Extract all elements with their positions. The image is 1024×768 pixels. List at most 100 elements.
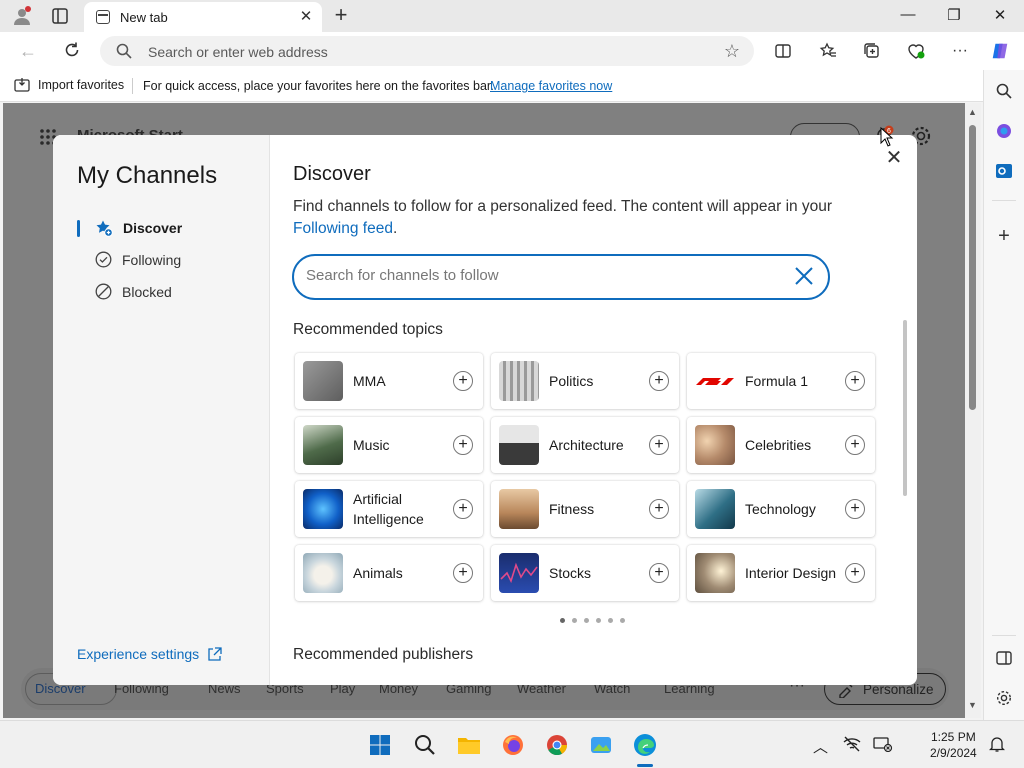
scroll-up-icon[interactable]: ▲ bbox=[968, 107, 977, 117]
collections-icon[interactable] bbox=[862, 41, 882, 61]
topic-card-mma[interactable]: MMA + bbox=[295, 353, 483, 409]
channel-search-input[interactable] bbox=[306, 267, 776, 284]
active-app-indicator bbox=[637, 764, 653, 767]
back-button[interactable]: ← bbox=[18, 41, 38, 61]
nav-label-blocked: Blocked bbox=[122, 283, 172, 300]
follow-plus-button[interactable]: + bbox=[649, 371, 669, 391]
follow-plus-button[interactable]: + bbox=[845, 499, 865, 519]
minimize-button[interactable]: — bbox=[898, 6, 918, 23]
tab-actions-icon[interactable] bbox=[50, 6, 70, 26]
topic-card-celebrities[interactable]: Celebrities + bbox=[687, 417, 875, 473]
topic-label: Artificial Intelligence bbox=[353, 491, 424, 527]
topic-image bbox=[499, 553, 539, 593]
edge-icon[interactable] bbox=[632, 732, 658, 758]
show-hidden-icons-chevron-icon[interactable]: ︿ bbox=[813, 736, 828, 757]
topic-label: Technology bbox=[745, 501, 816, 517]
topic-card-stocks[interactable]: Stocks + bbox=[491, 545, 679, 601]
nav-item-blocked[interactable]: Blocked bbox=[95, 283, 172, 300]
follow-plus-button[interactable]: + bbox=[649, 499, 669, 519]
channel-search-box bbox=[292, 254, 830, 300]
topic-card-technology[interactable]: Technology + bbox=[687, 481, 875, 537]
follow-plus-button[interactable]: + bbox=[453, 499, 473, 519]
discover-description: Find channels to follow for a personaliz… bbox=[293, 196, 833, 240]
display-status-icon[interactable] bbox=[873, 736, 893, 756]
follow-plus-button[interactable]: + bbox=[453, 563, 473, 583]
carousel-dot[interactable] bbox=[560, 618, 565, 623]
manage-favorites-link[interactable]: Manage favorites now bbox=[490, 79, 612, 93]
taskbar-search-icon[interactable] bbox=[412, 732, 438, 758]
following-feed-link[interactable]: Following feed bbox=[293, 220, 393, 237]
sidebar-divider-bottom bbox=[992, 635, 1016, 636]
sidebar-add-icon[interactable]: + bbox=[994, 225, 1014, 247]
topic-card-formula-1[interactable]: Formula 1 + bbox=[687, 353, 875, 409]
follow-plus-button[interactable]: + bbox=[453, 435, 473, 455]
favorites-icon[interactable] bbox=[818, 41, 838, 61]
topic-card-architecture[interactable]: Architecture + bbox=[491, 417, 679, 473]
split-screen-icon[interactable] bbox=[773, 41, 793, 61]
nav-item-following[interactable]: Following bbox=[95, 251, 181, 268]
favorites-bar-message: For quick access, place your favorites h… bbox=[143, 79, 494, 93]
topic-card-fitness[interactable]: Fitness + bbox=[491, 481, 679, 537]
follow-plus-button[interactable]: + bbox=[845, 371, 865, 391]
topic-label: Formula 1 bbox=[745, 373, 809, 389]
nav-item-discover[interactable]: Discover bbox=[95, 219, 182, 237]
topic-card-artificial-intelligence[interactable]: Artificial Intelligence + bbox=[295, 481, 483, 537]
microsoft-365-icon[interactable] bbox=[994, 121, 1014, 141]
scrollbar-thumb[interactable] bbox=[969, 125, 976, 410]
follow-plus-button[interactable]: + bbox=[845, 435, 865, 455]
follow-plus-button[interactable]: + bbox=[649, 563, 669, 583]
file-explorer-icon[interactable] bbox=[456, 732, 482, 758]
carousel-dot[interactable] bbox=[584, 618, 589, 623]
carousel-dot[interactable] bbox=[596, 618, 601, 623]
address-bar[interactable]: Search or enter web address ☆ bbox=[100, 36, 754, 66]
sidebar-search-icon[interactable] bbox=[994, 81, 1014, 101]
refresh-button[interactable] bbox=[62, 41, 82, 61]
import-favorites-label: Import favorites bbox=[38, 78, 125, 92]
carousel-dot[interactable] bbox=[620, 618, 625, 623]
topic-card-music[interactable]: Music + bbox=[295, 417, 483, 473]
dialog-scrollbar[interactable] bbox=[903, 320, 907, 496]
start-windows-icon[interactable] bbox=[367, 732, 393, 758]
clear-search-icon[interactable] bbox=[794, 266, 814, 289]
topic-card-animals[interactable]: Animals + bbox=[295, 545, 483, 601]
tab-new-tab[interactable]: New tab ✕ bbox=[84, 2, 322, 32]
restore-button[interactable]: ❐ bbox=[944, 6, 964, 24]
topic-label: Politics bbox=[549, 373, 594, 389]
topic-card-interior-design[interactable]: Interior Design + bbox=[687, 545, 875, 601]
copilot-icon[interactable] bbox=[990, 41, 1010, 61]
firefox-icon[interactable] bbox=[500, 732, 526, 758]
follow-plus-button[interactable]: + bbox=[649, 435, 669, 455]
network-status-icon[interactable] bbox=[843, 736, 861, 756]
page-scrollbar[interactable]: ▲ ▼ bbox=[965, 103, 981, 718]
notification-center-bell-icon[interactable] bbox=[988, 736, 1006, 756]
close-window-button[interactable]: ✕ bbox=[990, 6, 1010, 24]
experience-settings-label: Experience settings bbox=[77, 646, 200, 662]
carousel-dot[interactable] bbox=[608, 618, 613, 623]
hide-sidebar-icon[interactable] bbox=[994, 648, 1014, 668]
new-tab-button[interactable]: + bbox=[330, 4, 352, 26]
chrome-icon[interactable] bbox=[544, 732, 570, 758]
system-clock[interactable]: 1:25 PM 2/9/2024 bbox=[930, 729, 977, 761]
sidebar-settings-icon[interactable] bbox=[994, 688, 1014, 708]
topic-image bbox=[303, 361, 343, 401]
tab-close-icon[interactable]: ✕ bbox=[298, 9, 314, 25]
experience-settings-link[interactable]: Experience settings bbox=[77, 646, 222, 662]
import-favorites-button[interactable]: Import favorites bbox=[14, 78, 124, 92]
browser-essentials-icon[interactable] bbox=[906, 41, 926, 61]
edge-sidebar: + bbox=[983, 70, 1024, 720]
favorites-divider bbox=[132, 78, 133, 94]
more-options-icon[interactable]: ··· bbox=[950, 41, 970, 61]
outlook-icon[interactable] bbox=[994, 161, 1014, 181]
new-tab-favicon-icon bbox=[96, 10, 110, 24]
scroll-down-icon[interactable]: ▼ bbox=[968, 700, 977, 710]
photos-app-icon[interactable] bbox=[588, 732, 614, 758]
favorite-star-icon[interactable]: ☆ bbox=[724, 41, 740, 62]
topic-label: Celebrities bbox=[745, 437, 812, 453]
follow-plus-button[interactable]: + bbox=[453, 371, 473, 391]
topic-card-politics[interactable]: Politics + bbox=[491, 353, 679, 409]
profile-icon[interactable] bbox=[12, 6, 32, 26]
active-indicator bbox=[77, 220, 80, 237]
carousel-dot[interactable] bbox=[572, 618, 577, 623]
address-placeholder: Search or enter web address bbox=[148, 44, 328, 60]
follow-plus-button[interactable]: + bbox=[845, 563, 865, 583]
